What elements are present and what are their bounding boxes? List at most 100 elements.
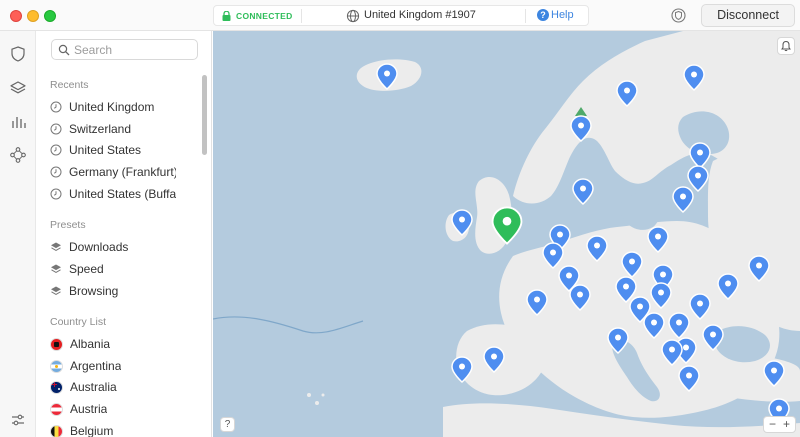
statistics-icon[interactable]: [9, 113, 27, 131]
country-item-label: Australia: [70, 380, 117, 394]
country-item[interactable]: Belgium: [50, 421, 176, 437]
zoom-window-button[interactable]: [44, 10, 56, 22]
globe-icon: [346, 9, 360, 23]
country-item[interactable]: Austria: [50, 399, 176, 419]
server-location-pin-icon[interactable]: [661, 339, 683, 366]
search-icon: [58, 44, 70, 56]
recent-item[interactable]: Germany (Frankfurt): [50, 162, 176, 182]
server-location-pin-icon[interactable]: [616, 80, 638, 107]
clock-icon: [50, 188, 62, 200]
search-box[interactable]: [51, 39, 198, 60]
preset-item[interactable]: Downloads: [50, 237, 176, 257]
country-list-heading: Country List: [50, 316, 107, 328]
clock-icon: [50, 101, 62, 113]
preset-item-label: Browsing: [69, 284, 119, 298]
clock-icon: [50, 166, 62, 178]
zoom-in-button[interactable]: +: [780, 417, 794, 432]
server-location-pin-icon[interactable]: [569, 284, 591, 311]
server-location-pin-icon[interactable]: [586, 235, 608, 262]
map-help-button[interactable]: ?: [220, 417, 235, 432]
server-location-pin-icon[interactable]: [650, 282, 672, 309]
recent-item-label: Germany (Frankfurt): [69, 165, 176, 179]
server-location-pin-icon[interactable]: [526, 289, 548, 316]
country-item-label: Albania: [70, 337, 111, 351]
shield-icon[interactable]: [9, 45, 27, 63]
zoom-controls: − +: [763, 416, 796, 433]
server-location-pin-icon[interactable]: [451, 356, 473, 383]
server-location-pin-icon[interactable]: [668, 312, 690, 339]
recent-item-label: Switzerland: [69, 122, 132, 136]
server-location-pin-icon[interactable]: [717, 273, 739, 300]
country-item-label: Argentina: [70, 359, 122, 373]
belgium-flag-icon: [50, 424, 63, 437]
sidebar: Recents United Kingdom Switzerland Unite…: [36, 31, 212, 437]
search-input[interactable]: [74, 42, 192, 58]
server-location-pin-icon[interactable]: [376, 63, 398, 90]
server-location-pin-icon[interactable]: [621, 251, 643, 278]
presets-heading: Presets: [50, 219, 86, 231]
recent-item[interactable]: United States: [50, 140, 176, 160]
connection-status: CONNECTED: [236, 11, 293, 21]
recent-item-label: United Kingdom: [69, 100, 155, 114]
layers-icon: [51, 264, 61, 273]
divider: [525, 9, 526, 23]
divider: [301, 9, 302, 23]
clock-icon: [50, 123, 62, 135]
server-map[interactable]: ? − +: [213, 31, 800, 437]
server-location-pin-icon[interactable]: [689, 293, 711, 320]
server-location-pin-icon[interactable]: [763, 360, 785, 387]
argentina-flag-icon: [50, 359, 63, 373]
austria-flag-icon: [50, 402, 63, 416]
server-location-pin-icon[interactable]: [672, 186, 694, 213]
server-location-pin-icon[interactable]: [643, 312, 665, 339]
zoom-out-button[interactable]: −: [766, 417, 780, 432]
preset-item[interactable]: Speed: [50, 259, 176, 279]
layers-icon[interactable]: [9, 79, 27, 97]
help-link[interactable]: Help: [551, 9, 574, 21]
recent-item[interactable]: United States (Buffalo): [50, 184, 176, 204]
clock-icon: [50, 144, 62, 156]
connected-location-pin-icon[interactable]: [491, 206, 523, 245]
server-location-pin-icon[interactable]: [702, 324, 724, 351]
albania-flag-icon: [50, 337, 63, 351]
recent-item-label: United States (Buffalo): [69, 187, 176, 201]
server-location-pin-icon[interactable]: [607, 327, 629, 354]
title-bar: CONNECTED United Kingdom #1907 ? Help Di…: [0, 0, 800, 31]
lock-icon: [222, 11, 231, 21]
country-item[interactable]: Argentina: [50, 356, 176, 376]
country-item-label: Belgium: [70, 424, 114, 437]
server-name[interactable]: United Kingdom #1907: [364, 9, 476, 21]
threat-protection-icon[interactable]: [670, 7, 687, 24]
recent-item-label: United States: [69, 143, 142, 157]
recent-item[interactable]: United Kingdom: [50, 97, 176, 117]
server-location-pin-icon[interactable]: [748, 255, 770, 282]
preset-item[interactable]: Browsing: [50, 281, 176, 301]
notifications-button[interactable]: [777, 37, 795, 55]
disconnect-button[interactable]: Disconnect: [701, 4, 795, 27]
bell-icon: [781, 40, 791, 52]
server-location-pin-icon[interactable]: [647, 226, 669, 253]
sidebar-scrollbar[interactable]: [202, 75, 207, 155]
server-location-pin-icon[interactable]: [483, 346, 505, 373]
recents-heading: Recents: [50, 79, 89, 91]
meshnet-icon[interactable]: [9, 146, 27, 164]
server-location-pin-icon[interactable]: [451, 209, 473, 236]
country-item[interactable]: Australia: [50, 377, 176, 397]
australia-flag-icon: [50, 380, 63, 394]
layers-icon: [51, 286, 61, 295]
server-location-pin-icon[interactable]: [683, 64, 705, 91]
country-item[interactable]: Albania: [50, 334, 176, 354]
recent-item[interactable]: Switzerland: [50, 119, 176, 139]
navigation-rail: [0, 31, 36, 437]
connection-status-bar: CONNECTED United Kingdom #1907 ? Help: [213, 5, 589, 26]
server-location-pin-icon[interactable]: [678, 365, 700, 392]
settings-sliders-icon[interactable]: [9, 411, 27, 429]
minimize-window-button[interactable]: [27, 10, 39, 22]
preset-item-label: Speed: [69, 262, 104, 276]
close-window-button[interactable]: [10, 10, 22, 22]
server-location-pin-icon[interactable]: [572, 178, 594, 205]
help-icon[interactable]: ?: [537, 9, 549, 21]
layers-icon: [51, 242, 61, 251]
server-location-pin-icon[interactable]: [570, 115, 592, 142]
country-item-label: Austria: [70, 402, 108, 416]
